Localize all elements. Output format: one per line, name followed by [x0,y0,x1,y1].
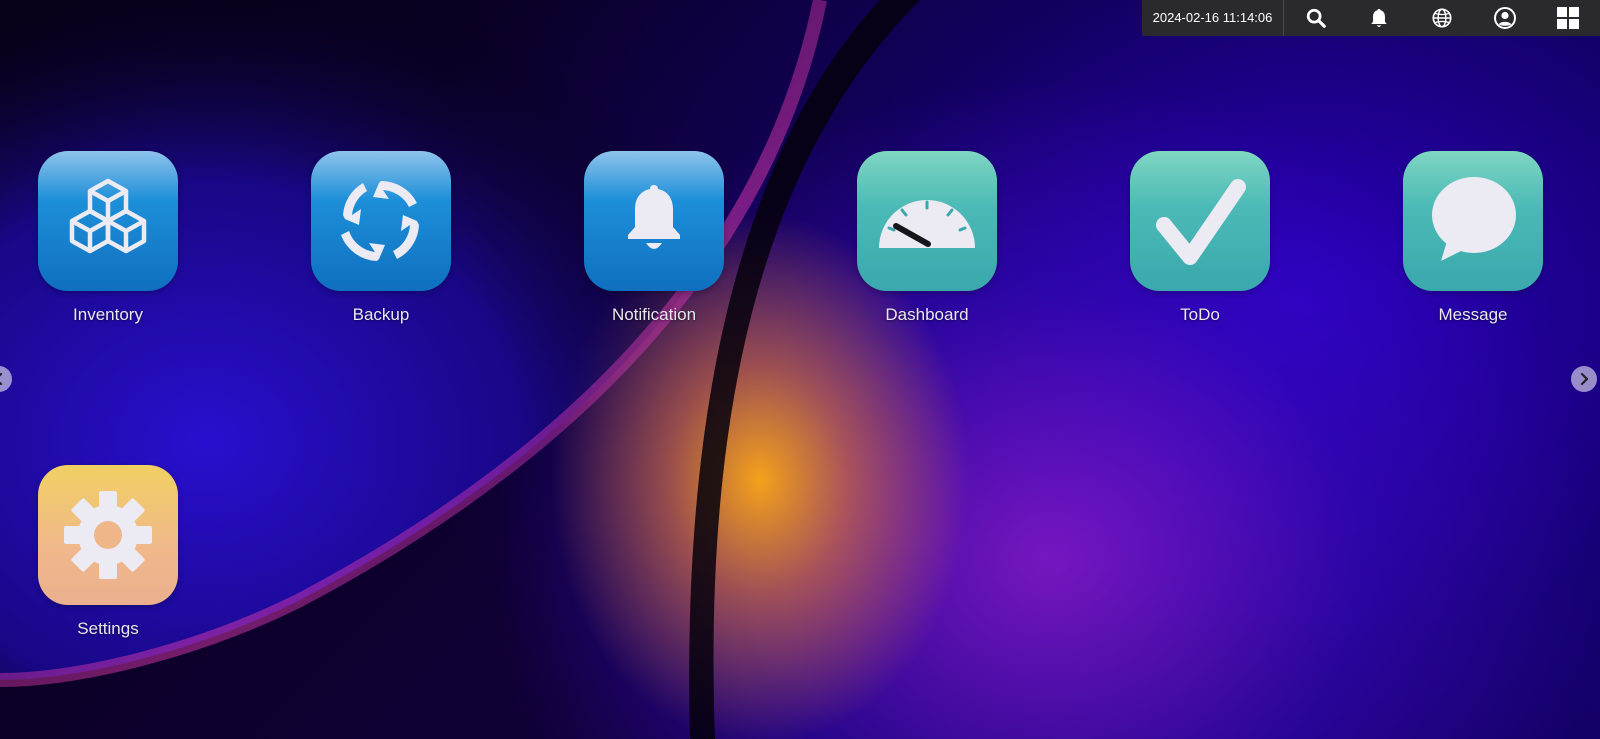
top-bar: 2024-02-16 11:14:06 [1142,0,1600,36]
search-icon [1306,8,1326,28]
account-button[interactable] [1473,0,1536,36]
app-tile [38,151,178,291]
app-label: Inventory [73,305,143,324]
sync-icon [341,180,419,261]
globe-icon [1431,8,1452,28]
start-menu-button[interactable] [1536,0,1599,36]
gauge-icon [879,200,975,248]
gear-icon [64,491,152,579]
datetime-display: 2024-02-16 11:14:06 [1142,0,1284,36]
app-label: Dashboard [885,305,969,324]
app-tile [1403,151,1543,291]
checkmark-icon [1156,179,1246,265]
user-icon [1493,7,1516,29]
chat-bubble-icon [1432,177,1516,261]
bell-icon [628,185,680,249]
app-label: Backup [352,305,410,324]
app-tile [857,151,997,291]
app-label: Notification [611,305,697,324]
app-tile [1130,151,1270,291]
app-notification[interactable]: Notification [554,151,754,325]
app-tile [584,151,724,291]
app-label: Message [1438,305,1508,324]
language-button[interactable] [1410,0,1473,36]
next-page-button[interactable] [1571,366,1597,392]
app-tile [311,151,451,291]
chevron-right-icon [1580,372,1589,386]
app-dashboard[interactable]: Dashboard [827,151,1027,325]
app-todo[interactable]: ToDo [1100,151,1300,325]
app-label: ToDo [1180,305,1220,324]
search-button[interactable] [1284,0,1347,36]
bell-icon [1370,8,1387,27]
notifications-button[interactable] [1347,0,1410,36]
app-message[interactable]: Message [1373,151,1573,325]
app-backup[interactable]: Backup [281,151,481,325]
app-settings[interactable]: Settings [8,465,208,639]
desktop-wallpaper [0,0,1600,739]
app-inventory[interactable]: Inventory [8,151,208,325]
windows-grid-icon [1556,7,1579,29]
cubes-icon [69,178,147,254]
app-tile [38,465,178,605]
chevron-left-icon [0,372,3,386]
wallpaper-shapes [0,0,920,739]
app-label: Settings [77,619,139,638]
